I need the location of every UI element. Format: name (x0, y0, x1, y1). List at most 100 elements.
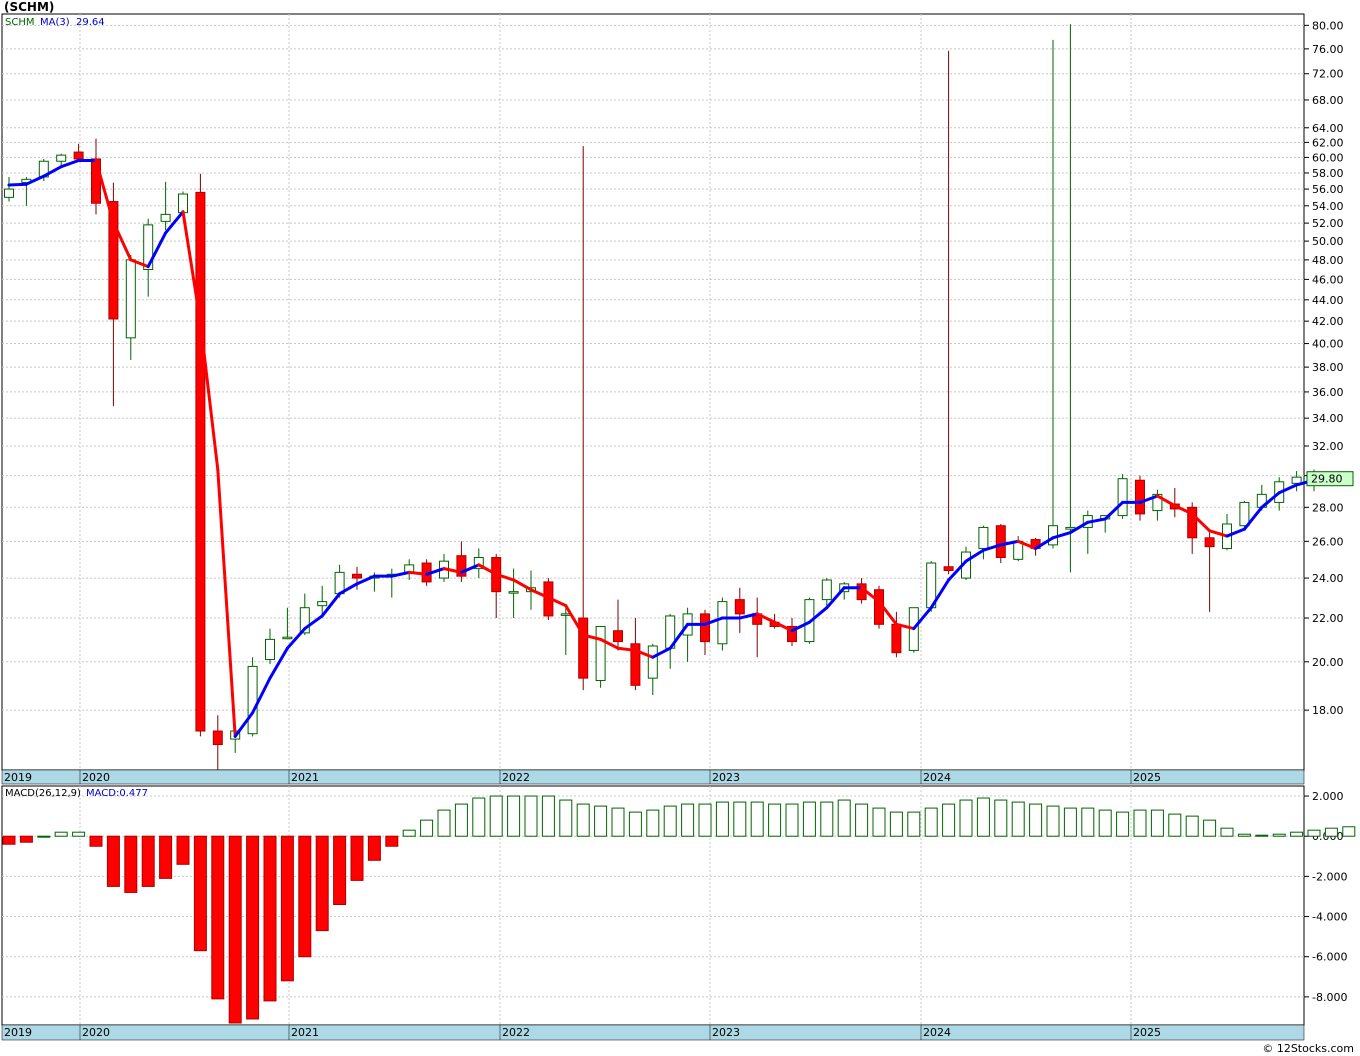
price-y-tick-label: 80.00 (1312, 19, 1344, 32)
macd-bar (72, 831, 86, 837)
candle-body (508, 591, 519, 594)
price-x-label: 2021 (291, 771, 319, 784)
price-y-tick-label: 32.00 (1312, 440, 1344, 453)
macd-bar (1255, 834, 1269, 837)
candle-body (1291, 476, 1302, 484)
price-y-tick-label: 58.00 (1312, 167, 1344, 180)
price-x-axis-band (1, 769, 1305, 785)
macd-bar (733, 801, 747, 837)
price-y-tick-label: 50.00 (1312, 235, 1344, 248)
price-y-tick-label: 54.00 (1312, 200, 1344, 213)
macd-bar (402, 829, 416, 837)
price-x-label: 2024 (923, 771, 951, 784)
candle-body (891, 623, 902, 654)
price-x-label: 2019 (4, 771, 32, 784)
macd-bar (106, 835, 120, 887)
macd-bar (454, 803, 468, 837)
macd-bar (472, 797, 486, 837)
macd-bar (246, 835, 260, 1020)
macd-bar (855, 803, 869, 837)
macd-bar (124, 835, 138, 893)
candle-body (1135, 479, 1145, 515)
macd-bar (924, 807, 938, 837)
macd-bar (437, 809, 451, 837)
candle-body (212, 730, 223, 746)
price-y-tick-label: 18.00 (1312, 704, 1344, 717)
macd-bar (1081, 807, 1095, 837)
macd-bar (228, 835, 242, 1024)
macd-x-label: 2019 (4, 1026, 32, 1039)
candle-body (4, 188, 14, 198)
macd-bar (211, 835, 225, 1000)
macd-x-label: 2021 (291, 1026, 319, 1039)
macd-bar (698, 803, 712, 837)
macd-y-tick-label: 2.000 (1312, 790, 1344, 803)
macd-bar (1272, 833, 1286, 837)
macd-bar (280, 835, 294, 982)
candle-body (595, 625, 606, 682)
candle-body (160, 213, 171, 222)
credit-text: © 12Stocks.com (1262, 1042, 1354, 1055)
macd-bar (2, 835, 16, 845)
price-y-tick-label: 68.00 (1312, 94, 1344, 107)
chart-svg: 80.00 76.00 72.00 68.00 64.0062.00 60.00 58.00… (1, 13, 1356, 1041)
macd-bar (907, 811, 921, 837)
macd-bar (994, 799, 1008, 837)
macd-bar (1150, 809, 1164, 837)
candle-body (178, 193, 188, 214)
macd-bar (976, 797, 990, 837)
macd-bar (889, 811, 903, 837)
macd-bar (1220, 827, 1234, 837)
macd-bar (420, 819, 434, 837)
price-y-tick-label: 52.00 (1312, 217, 1344, 230)
macd-x-label: 2022 (502, 1026, 530, 1039)
candle-body (700, 613, 710, 643)
macd-bar (576, 803, 590, 837)
candle-body (613, 630, 623, 643)
macd-bar (802, 801, 816, 837)
macd-bar (628, 811, 642, 837)
candle-body (978, 526, 989, 549)
price-y-tick-label: 60.00 (1312, 151, 1344, 164)
macd-bar (837, 799, 851, 837)
macd-bar (768, 803, 782, 837)
candle-body (560, 613, 571, 616)
macd-bar (594, 805, 608, 837)
price-y-tick-label: 72.00 (1312, 68, 1344, 81)
legend-ma-label: MA(3) (40, 17, 70, 28)
price-y-tick-label: 56.00 (1312, 183, 1344, 196)
price-y-tick-label: 20.00 (1312, 656, 1344, 669)
price-y-tick-label: 42.00 (1312, 315, 1344, 328)
candle-body (195, 191, 206, 732)
macd-bar (298, 835, 312, 958)
macd-bar (1011, 801, 1025, 837)
ma-segment (7, 182, 28, 187)
macd-bar (350, 835, 364, 881)
macd-y-tick-label: -2.000 (1312, 870, 1347, 883)
candle-body (247, 665, 258, 735)
candle-body (995, 525, 1006, 559)
legend-ma-value: 29.64 (76, 17, 105, 28)
candle-body (282, 636, 293, 640)
ma-segment (407, 570, 429, 576)
price-y-tick-label: 76.00 (1312, 43, 1344, 56)
macd-bar (19, 835, 33, 843)
macd-bar (193, 835, 207, 952)
macd-bar (1237, 833, 1251, 837)
candle-body (1204, 537, 1215, 548)
candle-body (56, 154, 67, 162)
macd-bar (872, 807, 886, 837)
macd-bar (942, 803, 956, 837)
candle-body (125, 259, 136, 339)
price-x-label: 2020 (82, 771, 110, 784)
price-x-label: 2022 (502, 771, 530, 784)
price-y-tick-label: 48.00 (1312, 254, 1344, 267)
macd-bar (159, 835, 173, 879)
candle-body (352, 573, 362, 579)
price-y-tick-label: 44.00 (1312, 294, 1344, 307)
candle-body (1117, 478, 1128, 517)
price-y-tick-label: 46.00 (1312, 273, 1344, 286)
macd-bar (37, 835, 51, 838)
legend-symbol: SCHM (5, 17, 34, 28)
macd-bar (1029, 803, 1043, 837)
